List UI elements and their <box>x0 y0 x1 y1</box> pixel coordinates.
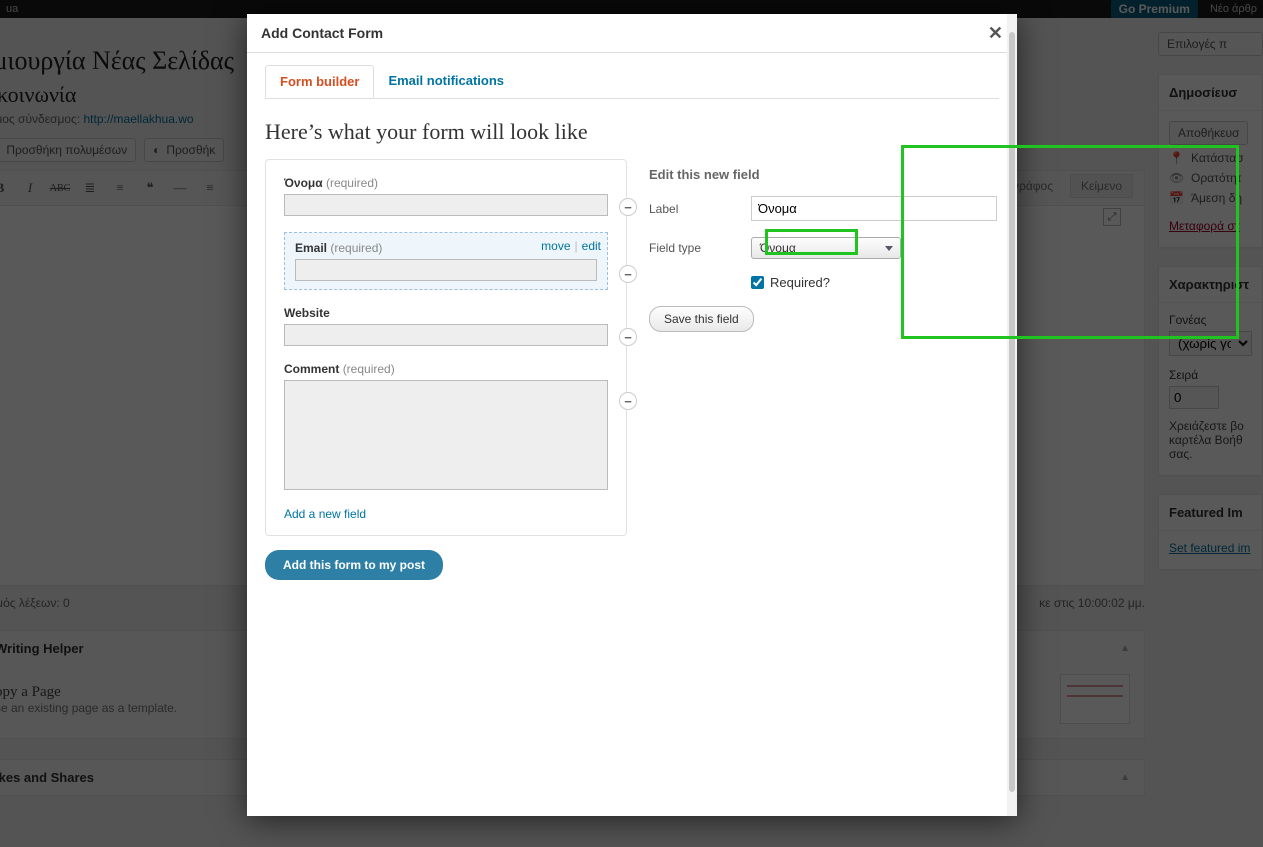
tab-email-notifications[interactable]: Email notifications <box>374 65 518 98</box>
remove-field-icon[interactable]: − <box>619 328 637 346</box>
field-required: (required) <box>343 362 395 376</box>
field-required: (required) <box>326 176 378 190</box>
preview-field-name[interactable]: Όνομα (required) <box>284 176 608 216</box>
field-type-select[interactable]: Όνομα <box>751 237 901 259</box>
edit-field-link[interactable]: edit <box>582 239 601 253</box>
move-field-link[interactable]: move <box>541 239 570 253</box>
save-field-button[interactable]: Save this field <box>649 306 754 332</box>
type-label: Field type <box>649 241 751 255</box>
required-label: Required? <box>770 275 830 290</box>
field-label: Comment <box>284 362 339 376</box>
edit-panel-title: Edit this new field <box>649 167 997 182</box>
add-new-field-link[interactable]: Add a new field <box>284 507 366 521</box>
close-icon[interactable]: ✕ <box>988 24 1003 42</box>
preview-field-website[interactable]: Website <box>284 306 608 346</box>
remove-field-icon[interactable]: − <box>619 392 637 410</box>
remove-field-icon[interactable]: − <box>619 198 637 216</box>
required-checkbox[interactable] <box>751 276 764 289</box>
field-input <box>295 259 597 281</box>
add-form-button[interactable]: Add this form to my post <box>265 550 443 580</box>
label-label: Label <box>649 202 751 216</box>
label-input[interactable] <box>751 196 997 221</box>
preview-field-email[interactable]: move|edit Email (required) <box>284 232 608 290</box>
modal-scrollbar[interactable] <box>1007 14 1017 816</box>
modal-title: Add Contact Form <box>261 25 383 41</box>
field-input <box>284 194 608 216</box>
preview-heading: Here’s what your form will look like <box>265 119 999 145</box>
field-label: Όνομα <box>284 176 323 190</box>
field-textarea <box>284 380 608 490</box>
contact-form-modal: Add Contact Form ✕ Form builder Email no… <box>247 14 1017 816</box>
form-preview: − − − − Όνομα (required) move|edit Email… <box>265 159 627 536</box>
field-input <box>284 324 608 346</box>
tab-form-builder[interactable]: Form builder <box>265 65 374 98</box>
remove-field-icon[interactable]: − <box>619 265 637 283</box>
preview-field-comment[interactable]: Comment (required) <box>284 362 608 490</box>
edit-field-panel: Edit this new field Label Field type Όνο… <box>647 159 999 338</box>
field-label: Email <box>295 241 327 255</box>
field-required: (required) <box>330 241 382 255</box>
field-label: Website <box>284 306 330 320</box>
